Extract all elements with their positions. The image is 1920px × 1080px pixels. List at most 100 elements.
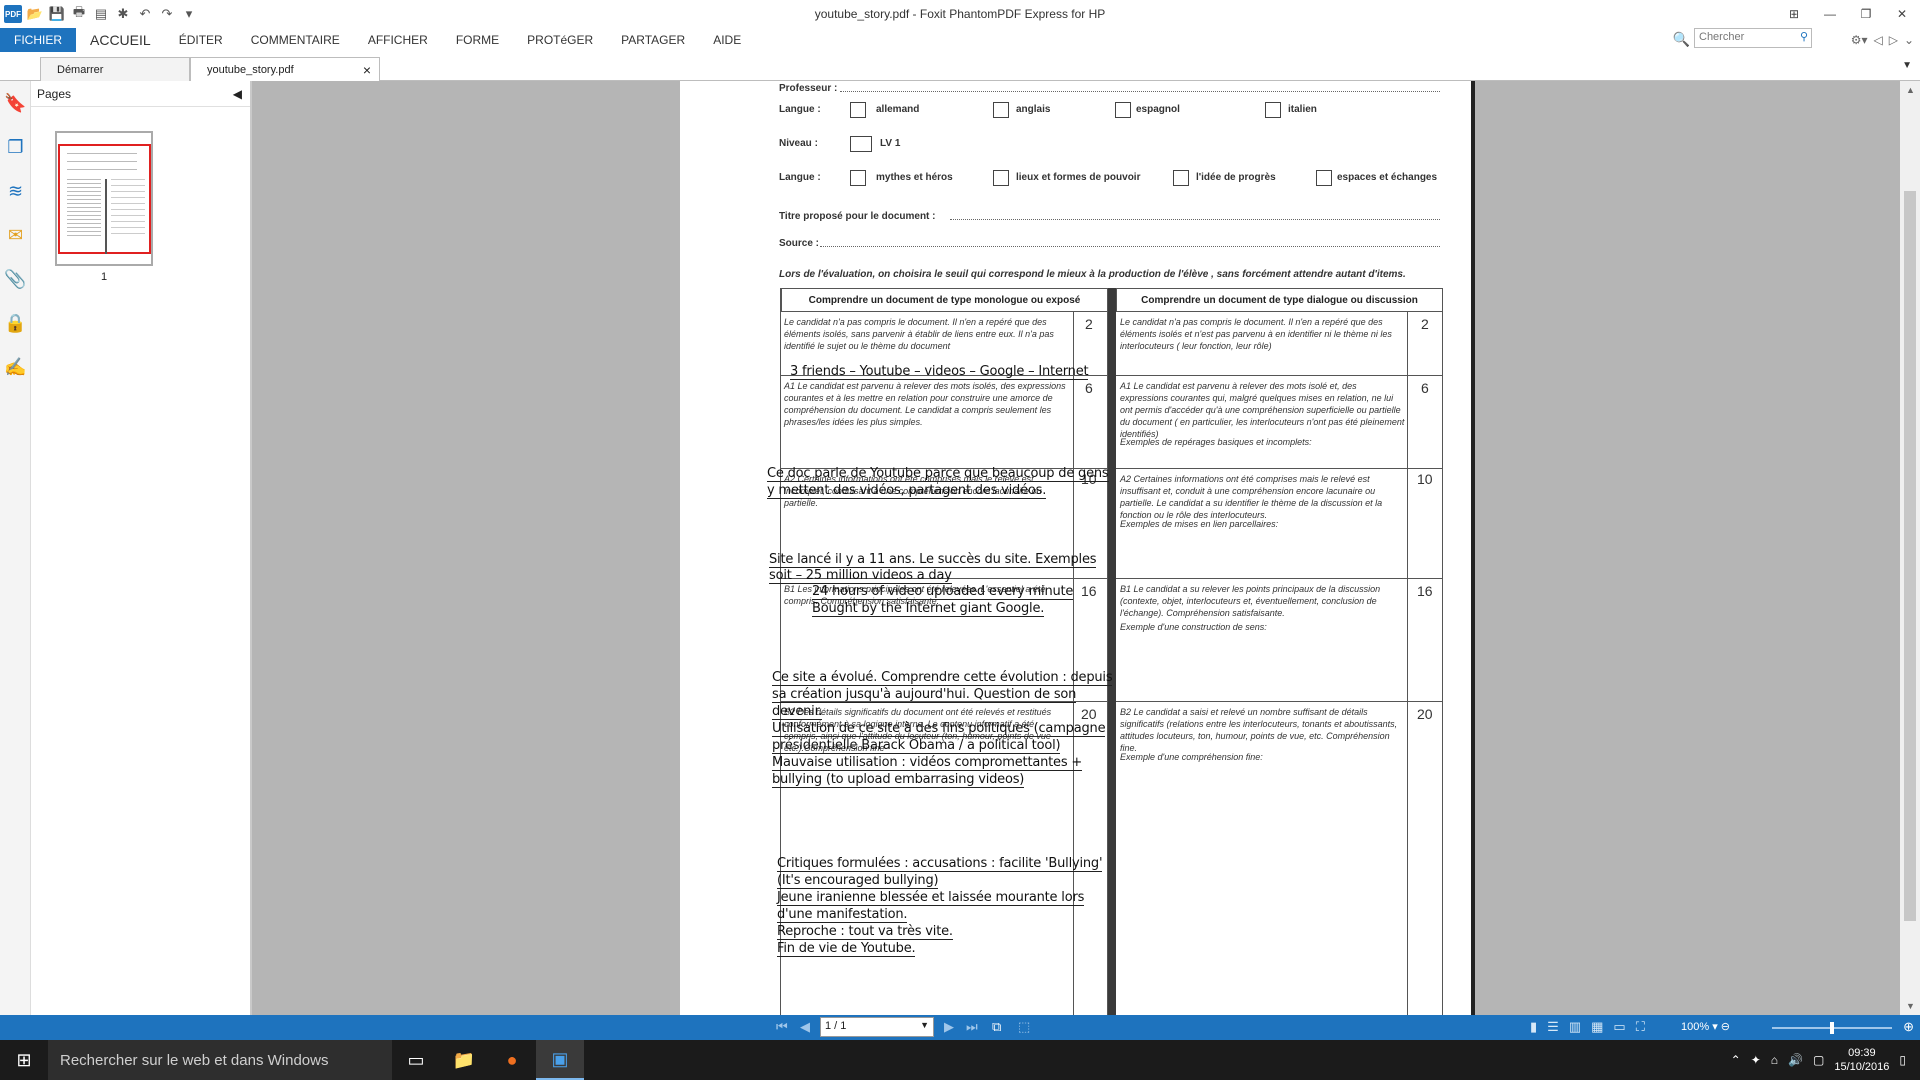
criterion-b-2: A2 Certaines informations ont été compri… xyxy=(1120,474,1383,520)
layers-icon[interactable]: ≋ xyxy=(0,169,31,213)
show-hidden-icons-icon[interactable]: ⌃ xyxy=(1731,1053,1741,1067)
pages-panel-title: Pages xyxy=(37,86,72,101)
signature-icon[interactable]: ✍ xyxy=(0,345,31,389)
titre-label: Titre proposé pour le document : xyxy=(779,211,936,222)
thumb-line xyxy=(67,169,137,170)
pages-icon[interactable]: ❐ xyxy=(0,125,31,169)
split-view-icon[interactable]: ▭ xyxy=(1613,1019,1625,1035)
column-a-header: Comprendre un document de type monologue… xyxy=(781,288,1108,312)
last-page-icon[interactable]: ⏭ xyxy=(966,1019,978,1035)
menu-aide[interactable]: AIDE xyxy=(699,28,755,52)
zoom-slider-handle[interactable] xyxy=(1830,1022,1834,1034)
checkbox-lieux[interactable] xyxy=(993,170,1009,186)
checkbox-mythes[interactable] xyxy=(850,170,866,186)
taskbar-search-input[interactable]: Rechercher sur le web et dans Windows xyxy=(48,1040,392,1080)
checkbox-italien[interactable] xyxy=(1265,102,1281,118)
scrollbar-thumb[interactable] xyxy=(1904,191,1916,921)
first-page-icon[interactable]: ⏮ xyxy=(776,1019,788,1035)
attachments-icon[interactable]: 📎 xyxy=(0,257,31,301)
minimize-button[interactable]: — xyxy=(1812,0,1848,28)
menu-editer[interactable]: ÉDITER xyxy=(165,28,237,52)
scroll-up-icon[interactable]: ▲ xyxy=(1906,85,1915,95)
open-icon[interactable]: 📂 xyxy=(26,5,44,23)
save-icon[interactable]: 💾 xyxy=(48,5,66,23)
security-lock-icon[interactable]: 🔒 xyxy=(0,301,31,345)
ribbon-mode-icon[interactable]: ⊞ xyxy=(1776,0,1812,28)
handwritten-line: Site lancé il y a 11 ans. Le succès du s… xyxy=(769,552,1097,568)
zoom-slider[interactable] xyxy=(1772,1022,1892,1034)
handwritten-line: devenir. xyxy=(772,704,823,720)
criterion-b-4: B2 Le candidat a saisi et relevé un nomb… xyxy=(1120,707,1398,753)
volume-icon[interactable]: 🔊 xyxy=(1788,1053,1803,1067)
tab-list-icon[interactable]: ▼ xyxy=(1902,60,1912,71)
continuous-icon[interactable]: ☰ xyxy=(1547,1019,1559,1035)
comments-icon[interactable]: ✉ xyxy=(0,213,31,257)
app-tray-icon[interactable]: ✦ xyxy=(1751,1053,1761,1067)
tab-demarrer[interactable]: Démarrer xyxy=(40,57,190,81)
facing-icon[interactable]: ▥ xyxy=(1569,1019,1581,1035)
restore-button[interactable]: ❐ xyxy=(1848,0,1884,28)
scan-icon[interactable]: ▤ xyxy=(92,5,110,23)
menu-partager[interactable]: PARTAGER xyxy=(607,28,699,52)
fit-page-icon[interactable]: ⧉ xyxy=(992,1019,1001,1035)
windows-start-icon[interactable]: ⊞ xyxy=(0,1040,48,1080)
settings-icon[interactable]: ⚙▾ xyxy=(1851,33,1868,47)
thumb-line xyxy=(67,179,101,239)
task-view-icon[interactable]: ▭ xyxy=(392,1040,440,1080)
search-input[interactable]: Chercher ⚲ xyxy=(1694,28,1812,48)
checkbox-espagnol[interactable] xyxy=(1115,102,1131,118)
collapse-ribbon-icon[interactable]: ⌄ xyxy=(1904,33,1914,47)
menu-afficher[interactable]: AFFICHER xyxy=(354,28,442,52)
foxit-taskbar-icon[interactable]: ▣ xyxy=(536,1040,584,1080)
menu-fichier[interactable]: FICHIER xyxy=(0,28,76,52)
fit-width-icon[interactable]: ⬚ xyxy=(1018,1019,1030,1035)
next-page-icon[interactable]: ▶ xyxy=(944,1019,954,1035)
menu-commentaire[interactable]: COMMENTAIRE xyxy=(237,28,354,52)
zoom-level[interactable]: 100% ▾ ⊖ xyxy=(1681,1020,1730,1033)
previous-page-icon[interactable]: ◀ xyxy=(800,1019,810,1035)
undo-icon[interactable]: ↶ xyxy=(136,5,154,23)
bookmarks-icon[interactable]: 🔖 xyxy=(0,81,31,125)
network-icon[interactable]: ⌂ xyxy=(1771,1053,1778,1067)
back-icon[interactable]: ◁ xyxy=(1873,33,1882,47)
zoom-in-icon[interactable]: ⊕ xyxy=(1903,1019,1914,1035)
close-button[interactable]: ✕ xyxy=(1884,0,1920,28)
handwritten-line: 24 hours of video uploaded every minute xyxy=(812,584,1074,600)
fullscreen-icon[interactable]: ⛶ xyxy=(1636,1019,1645,1035)
menu-accueil[interactable]: ACCUEIL xyxy=(76,28,165,52)
continuous-facing-icon[interactable]: ▦ xyxy=(1591,1019,1603,1035)
redo-icon[interactable]: ↷ xyxy=(158,5,176,23)
vertical-scrollbar[interactable]: ▲ ▼ xyxy=(1900,81,1920,1015)
action-center-icon[interactable]: ▢ xyxy=(1813,1053,1824,1067)
single-page-icon[interactable]: ▮ xyxy=(1530,1019,1537,1035)
file-explorer-icon[interactable]: 📁 xyxy=(440,1040,488,1080)
checkbox-niveau[interactable] xyxy=(850,136,872,152)
example-b-3: Exemple d'une construction de sens: xyxy=(1120,622,1267,632)
firefox-icon[interactable]: ● xyxy=(488,1040,536,1080)
close-tab-icon[interactable]: × xyxy=(363,62,371,78)
new-pdf-icon[interactable]: ✱ xyxy=(114,5,132,23)
find-folder-icon[interactable]: 🔍 xyxy=(1673,31,1690,48)
search-icon[interactable]: ⚲ xyxy=(1800,30,1808,43)
checkbox-allemand[interactable] xyxy=(850,102,866,118)
notifications-icon[interactable]: ▯ xyxy=(1899,1053,1906,1067)
page-thumbnail[interactable] xyxy=(55,131,153,266)
page-dropdown-icon[interactable]: ▼ xyxy=(920,1020,929,1030)
menu-forme[interactable]: FORME xyxy=(442,28,513,52)
pdf-page[interactable]: Professeur : Langue : allemand anglais e… xyxy=(680,81,1475,1015)
customize-toolbar-icon[interactable]: ▾ xyxy=(180,5,198,23)
source-label: Source : xyxy=(779,238,820,249)
clock[interactable]: 09:39 15/10/2016 xyxy=(1834,1046,1889,1074)
page-number-field[interactable]: 1 / 1 ▼ xyxy=(820,1017,934,1037)
menu-proteger[interactable]: PROTéGER xyxy=(513,28,607,52)
print-icon[interactable]: 🖶 xyxy=(70,4,88,23)
collapse-panel-icon[interactable]: ◀ xyxy=(233,87,242,101)
checkbox-progres[interactable] xyxy=(1173,170,1189,186)
checkbox-espaces[interactable] xyxy=(1316,170,1332,186)
checkbox-anglais[interactable] xyxy=(993,102,1009,118)
forward-icon[interactable]: ▷ xyxy=(1889,33,1898,47)
handwritten-line: présidentielle Barack Obama / a politica… xyxy=(772,738,1061,754)
row-divider xyxy=(1116,375,1443,376)
scroll-down-icon[interactable]: ▼ xyxy=(1906,1001,1915,1011)
tab-youtube-story[interactable]: youtube_story.pdf × xyxy=(190,57,380,81)
